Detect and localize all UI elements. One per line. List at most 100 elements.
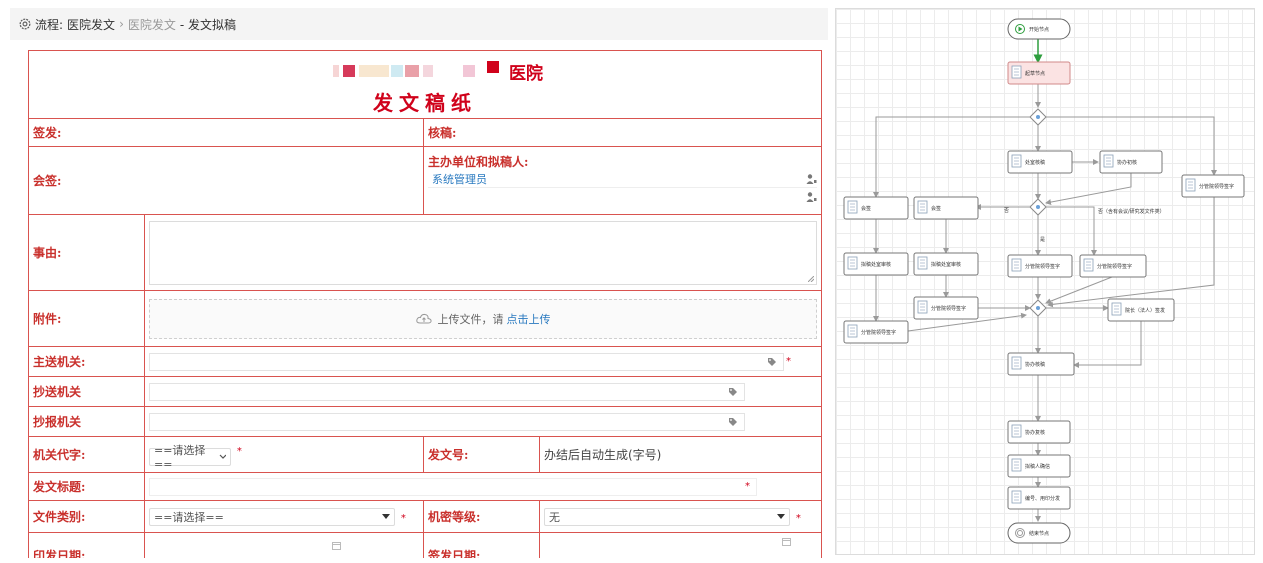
upload-link[interactable]: 点击上传 [507,311,551,327]
task-icon [1083,258,1094,272]
flow-node-number-print[interactable]: 编号、用印分发 [1007,486,1071,510]
calendar-icon[interactable] [782,537,791,546]
flow-node-lead-sign-e[interactable]: 分管院领导签字 [843,320,909,344]
upload-area[interactable]: 上传文件，请 点击上传 [149,298,817,339]
calendar-icon[interactable] [332,541,341,550]
breadcrumb-item-hospital-doc-2[interactable]: 医院发文 [128,16,176,33]
breadcrumb: 流程: 医院发文 › 医院发文 - 发文拟稿 [10,8,828,40]
org-code-cell: ==请选择== * [144,436,424,473]
flow-node-lead-sign-a[interactable]: 分管院领导签字 [1181,174,1245,198]
task-icon [917,256,928,270]
resize-handle-icon[interactable] [808,275,814,282]
report-cell [144,406,822,437]
org-code-label: 机关代字: [28,436,145,473]
secret-select[interactable]: 无 [544,507,790,526]
edge-assist-gw2 [1045,173,1132,206]
flow-node-label: 起草节点 [1025,70,1045,77]
flow-node-draft[interactable]: 起草节点 [1007,61,1071,85]
flow-node-office-check[interactable]: 处室核稿 [1007,150,1073,174]
required-mark: * [745,481,750,492]
flow-node-lead-sign-c[interactable]: 分管院领导签字 [1079,254,1147,278]
attachment-cell: 上传文件，请 点击上传 [144,290,822,347]
doc-type-select[interactable]: ==请选择== [149,507,395,526]
flow-node-drafter-confirm[interactable]: 拟稿人确信 [1007,454,1071,478]
cc-input[interactable] [149,382,745,401]
flow-node-label: 分管院领导签字 [931,305,966,312]
breadcrumb-item-hospital-doc[interactable]: 医院发文 [67,16,115,33]
flow-node-label: 会签 [931,205,941,212]
task-icon [1011,490,1022,504]
task-icon [1011,458,1022,472]
task-icon [847,324,858,338]
task-icon [1011,154,1022,168]
secret-label: 机密等级: [423,500,540,533]
org-code-select[interactable]: ==请选择== [149,444,231,471]
flow-node-label: 分管院领导签字 [1199,183,1234,190]
edge-lead-c-gw3 [1045,276,1113,304]
flow-node-start-label: 开始节点 [1029,26,1049,33]
flow-node-start[interactable]: 开始节点 [1007,18,1071,40]
redacted-block [333,65,339,77]
flow-node-assist-review[interactable]: 协办核稿 [1007,352,1075,376]
flow-node-end[interactable]: 结束节点 [1007,522,1071,544]
workflow-diagram: 否 是 否（含有会议/研究发文件类） 开始节点 结束节点 起草节点处室核稿 协办初… [843,18,1245,544]
flow-node-lead-sign-d[interactable]: 分管院领导签字 [913,296,979,320]
drafter-row: 系统管理员 [428,170,817,188]
reason-textarea[interactable] [149,220,817,285]
document-form-panel: 流程: 医院发文 › 医院发文 - 发文拟稿 医院 发文稿纸 签发: 核稿: 会… [10,8,828,558]
gateway-diamond[interactable] [1029,108,1047,126]
flow-node-office-check-b[interactable]: 拟稿处室审核 [913,252,979,276]
sign-date-label: 签发日期: [423,532,540,558]
task-icon [1011,356,1022,370]
required-mark: * [400,512,406,524]
flow-node-lead-sign-b[interactable]: 分管院领导签字 [1007,254,1073,278]
flow-node-label: 处室核稿 [1025,159,1045,166]
select-person-icon[interactable] [805,191,817,203]
flow-node-label: 分管院领导签字 [861,329,896,336]
doc-no-label: 发文号: [423,436,540,473]
main-send-input[interactable] [149,352,784,371]
flow-node-counter-a[interactable]: 会签 [843,196,909,220]
flow-node-assist-recheck[interactable]: 协办复核 [1007,420,1071,444]
drafter-name[interactable]: 系统管理员 [432,171,487,187]
flow-node-counter-b[interactable]: 会签 [913,196,979,220]
tag-icon[interactable] [728,417,738,427]
required-mark: * [236,446,242,458]
doc-title-label: 发文标题: [28,472,145,501]
redacted-block [391,65,403,77]
workflow-diagram-panel: 否 是 否（含有会议/研究发文件类） 开始节点 结束节点 起草节点 处室核稿 协办初… [835,8,1255,555]
redacted-block [359,65,389,77]
redacted-block [405,65,419,77]
print-date-label: 印发日期: [28,532,145,558]
redacted-block [423,65,433,77]
breadcrumb-current: - 发文拟稿 [179,17,237,32]
flow-node-label: 拟稿处室审核 [861,261,891,268]
report-input[interactable] [149,412,745,431]
sign-date-cell [539,532,822,558]
flow-node-office-check-a[interactable]: 拟稿处室审核 [843,252,909,276]
triangle-down-icon [382,513,390,519]
cc-cell [144,376,822,407]
flow-node-assist-check[interactable]: 协办初核 [1099,150,1163,174]
task-icon [917,200,928,214]
countersign-label: 会签: [28,146,424,215]
org-code-select-value: ==请选择== [154,444,206,472]
tag-icon[interactable] [767,357,777,367]
upload-text: 上传文件，请 [437,312,504,326]
document-title: 发文稿纸 [373,91,477,115]
flow-node-label: 协办初核 [1117,159,1137,166]
document-draft-table: 医院 发文稿纸 签发: 核稿: 会签: 主办单位和拟稿人: 系统管理员 事由: … [28,50,822,558]
flow-task-nodes: 起草节点处室核稿 协办初核分管院领导签字会签 会签拟稿处室审核 拟稿处室审核 分管院领导… [843,61,1245,510]
task-icon [1103,154,1114,168]
task-icon [1011,65,1022,79]
doc-type-label: 文件类别: [28,500,145,533]
reason-label: 事由: [28,214,145,291]
gateway-diamond[interactable] [1029,299,1047,317]
select-person-icon[interactable] [805,173,817,185]
gateway-diamond[interactable] [1029,198,1047,216]
doc-title-cell: * [144,472,822,501]
tag-icon[interactable] [728,387,738,397]
flow-node-president-sign[interactable]: 院长（法人）签发 [1107,298,1175,322]
doc-title-input[interactable]: * [149,477,757,496]
edge-gw2-lead-c [1046,206,1097,256]
